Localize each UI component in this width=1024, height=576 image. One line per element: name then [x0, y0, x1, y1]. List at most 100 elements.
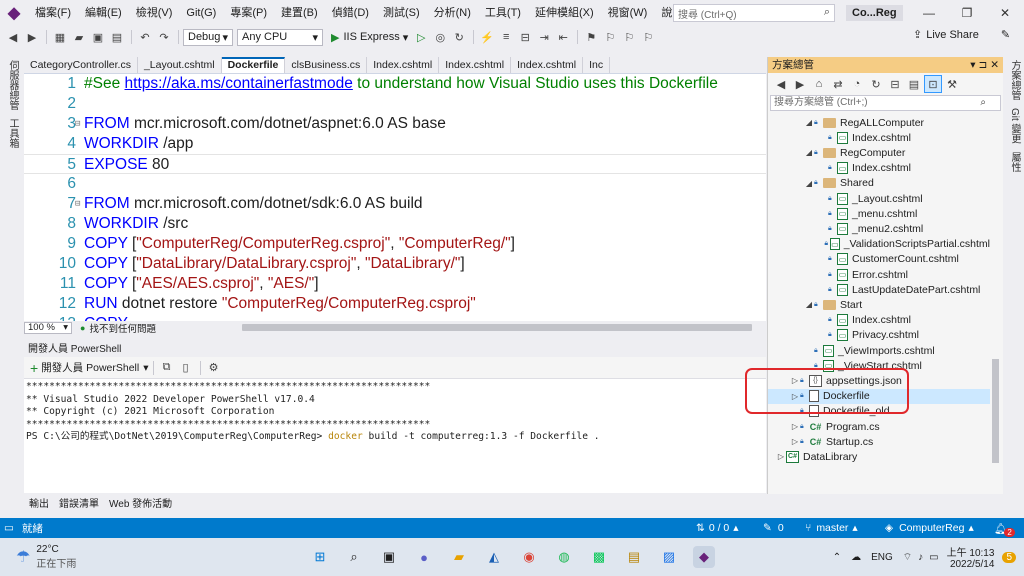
bookmark-next-icon[interactable]: ⚐ [620, 28, 638, 46]
copy-icon[interactable]: ⧉ [158, 359, 176, 377]
solution-explorer-tab[interactable]: 方案總管 [1007, 56, 1022, 104]
save-icon[interactable]: ▣ [89, 28, 107, 46]
code-line[interactable]: 9 COPY ["ComputerReg/ComputerReg.csproj",… [24, 234, 766, 254]
menu-item[interactable]: 分析(N) [427, 0, 478, 26]
visual-studio-icon[interactable]: ◆ [693, 546, 715, 568]
menu-item[interactable]: 檔案(F) [28, 0, 78, 26]
tree-item[interactable]: ◢ 🔒︎ RegComputer [768, 145, 990, 160]
issues-indicator[interactable]: ● 找不到任何問題 [80, 321, 156, 335]
volume-icon[interactable]: ♪ [918, 552, 923, 563]
fold-toggle-icon[interactable]: ⊟ [75, 194, 84, 214]
code-line[interactable]: 6 [24, 174, 766, 194]
server-explorer-tab[interactable]: 伺服器總管 [5, 56, 20, 114]
home-icon[interactable]: ⌂ [810, 75, 828, 93]
chrome-icon[interactable]: ◉ [518, 546, 540, 568]
toolbox-tab[interactable]: 工具箱 [5, 114, 20, 152]
bookmark-prev-icon[interactable]: ⚐ [601, 28, 619, 46]
weather-widget[interactable]: ☂ 22°C 正在下雨 [16, 544, 76, 570]
document-tab[interactable]: Dockerfile [221, 57, 286, 73]
back-icon[interactable]: ◀ [772, 75, 790, 93]
redo-icon[interactable]: ↷ [155, 28, 173, 46]
expanded-arrow-icon[interactable]: ◢ [804, 179, 814, 188]
menu-item[interactable]: 工具(T) [478, 0, 528, 26]
forward-icon[interactable]: ▶ [23, 28, 41, 46]
powershell-output[interactable]: ****************************************… [24, 379, 766, 446]
undo-icon[interactable]: ↶ [136, 28, 154, 46]
switch-views-icon[interactable]: ⇄ [829, 75, 847, 93]
tab-output[interactable]: 輸出 [24, 497, 54, 513]
output-window-icon[interactable]: ▭ [4, 522, 14, 534]
preview-icon[interactable]: ⊡ [924, 75, 942, 93]
document-tab[interactable]: Index.cshtml [439, 57, 512, 73]
code-line[interactable]: 2 [24, 94, 766, 114]
menu-item[interactable]: 視窗(W) [601, 0, 655, 26]
tree-item[interactable]: ◢ 🔒︎ Start [768, 297, 990, 312]
tree-item[interactable]: 🔒︎ ▭ _Layout.cshtml [768, 191, 990, 206]
code-line[interactable]: 5 EXPOSE 80 [24, 154, 766, 174]
document-tab[interactable]: Inc [583, 57, 611, 73]
branch-button[interactable]: ⑂ master ▴ [805, 518, 858, 538]
new-project-icon[interactable]: ▦ [51, 28, 69, 46]
bookmark-clear-icon[interactable]: ⚐ [639, 28, 657, 46]
changes-indicator[interactable]: ⇅ 0 / 0 ▴ [696, 518, 739, 538]
tree-item[interactable]: 🔒︎ ▭ _ValidationScriptsPartial.cshtml [768, 237, 990, 252]
tree-item[interactable]: 🔒︎ ▭ Index.cshtml [768, 130, 990, 145]
menu-item[interactable]: 專案(P) [223, 0, 274, 26]
configuration-select[interactable]: Debug ▾ [183, 28, 233, 46]
code-line[interactable]: 10 COPY ["DataLibrary/DataLibrary.csproj"… [24, 254, 766, 274]
tree-item[interactable]: ◢ 🔒︎ RegALLComputer [768, 115, 990, 130]
expanded-arrow-icon[interactable]: ◢ [804, 148, 814, 157]
restore-icon[interactable]: ❐ [948, 0, 986, 26]
language-indicator[interactable]: ENG [871, 552, 893, 563]
menu-item[interactable]: 延伸模組(X) [528, 0, 601, 26]
platform-select[interactable]: Any CPU ▾ [237, 28, 323, 46]
spotify-icon[interactable]: ◍ [553, 546, 575, 568]
tree-item[interactable]: ▷ C# DataLibrary [768, 449, 990, 464]
code-line[interactable]: 8 WORKDIR /src [24, 214, 766, 234]
code-line[interactable]: 11 COPY ["AES/AES.csproj", "AES/"] [24, 274, 766, 294]
horizontal-scrollbar[interactable] [242, 324, 752, 331]
collapse-all-icon[interactable]: ⊟ [886, 75, 904, 93]
solution-name-badge[interactable]: Co...Reg [846, 5, 903, 21]
prompt-line[interactable]: PS C:\公司的程式\DotNet\2019\ComputerReg\Comp… [26, 431, 764, 444]
visual-studio-code-icon[interactable]: ◭ [483, 546, 505, 568]
save-all-icon[interactable]: ▤ [108, 28, 126, 46]
tree-item[interactable]: 🔒︎ ▭ _menu2.cshtml [768, 221, 990, 236]
tree-item[interactable]: ▷ 🔒︎ C# Program.cs [768, 419, 990, 434]
expanded-arrow-icon[interactable]: ◢ [804, 118, 814, 127]
new-powershell-button[interactable]: + 開發人員 PowerShell ▾ [30, 360, 149, 376]
document-tab[interactable]: clsBusiness.cs [285, 57, 368, 73]
menu-item[interactable]: 測試(S) [376, 0, 427, 26]
comment-icon[interactable]: ⊟ [516, 28, 534, 46]
tree-item[interactable]: ▷ 🔒︎ C# Startup.cs [768, 434, 990, 449]
document-tab[interactable]: CategoryController.cs [24, 57, 138, 73]
git-changes-tab[interactable]: Git 變更 [1007, 104, 1022, 148]
collapsed-arrow-icon[interactable]: ▷ [790, 437, 800, 446]
properties-icon[interactable]: ⚒ [943, 75, 961, 93]
close-icon[interactable]: ✕ [986, 0, 1024, 26]
collapsed-arrow-icon[interactable]: ▷ [776, 452, 786, 461]
minimize-icon[interactable]: — [910, 0, 948, 26]
notes-icon[interactable]: ▤ [623, 546, 645, 568]
expanded-arrow-icon[interactable]: ◢ [804, 300, 814, 309]
tab-error-list[interactable]: 錯誤清單 [54, 497, 104, 513]
code-line[interactable]: 4 WORKDIR /app [24, 134, 766, 154]
notifications-button[interactable]: 🔔︎ 2 [994, 518, 1015, 538]
code-line[interactable]: 1 #See https://aka.ms/containerfastmode t… [24, 74, 766, 94]
forward-icon[interactable]: ▶ [791, 75, 809, 93]
chevron-up-icon[interactable]: ⌃ [833, 552, 841, 563]
vertical-scrollbar[interactable] [992, 359, 999, 463]
tree-item[interactable]: ◢ 🔒︎ Shared [768, 176, 990, 191]
tree-item[interactable]: 🔒︎ ▭ Index.cshtml [768, 161, 990, 176]
collapsed-arrow-icon[interactable]: ▷ [790, 422, 800, 431]
clear-icon[interactable]: ▯ [177, 359, 195, 377]
sync-icon[interactable]: ↻ [867, 75, 885, 93]
gear-icon[interactable]: ⚙ [205, 359, 223, 377]
bookmark-icon[interactable]: ⚑ [582, 28, 600, 46]
teams-chat-icon[interactable]: ● [413, 546, 435, 568]
tree-item[interactable]: 🔒︎ ▭ CustomerCount.cshtml [768, 252, 990, 267]
remote-desktop-icon[interactable]: ▨ [658, 546, 680, 568]
menu-item[interactable]: 偵錯(D) [325, 0, 376, 26]
notification-badge[interactable]: 5 [1002, 551, 1016, 563]
code-line[interactable]: 12 RUN dotnet restore "ComputerReg/Comput… [24, 294, 766, 314]
